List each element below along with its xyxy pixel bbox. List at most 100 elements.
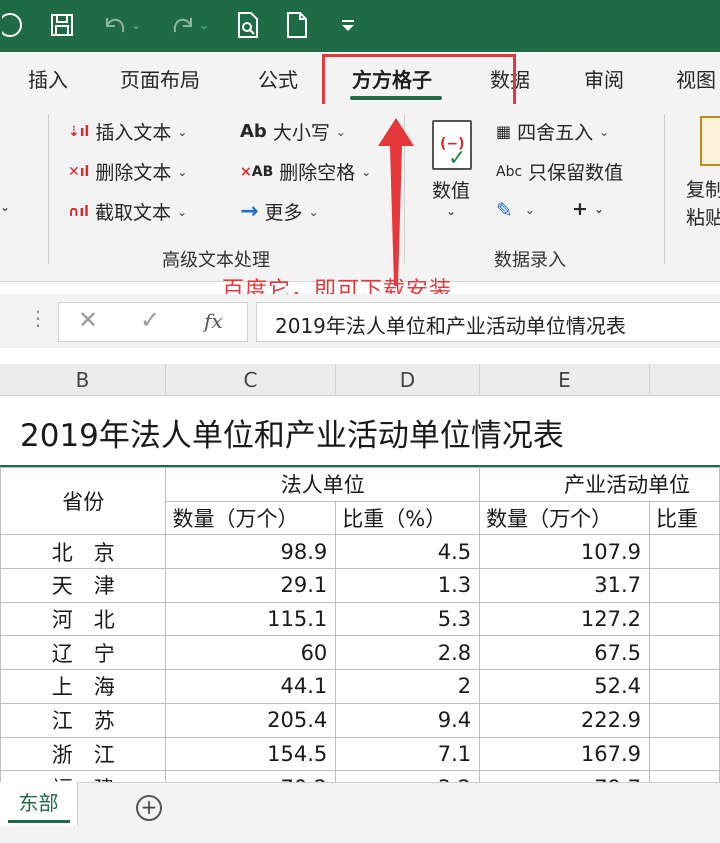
sheet-title-cell[interactable]: 2019年法人单位和产业活动单位情况表 [20, 410, 564, 455]
case-icon: Ab [240, 121, 267, 142]
header-industry-units[interactable]: 产业活动单位 [479, 467, 720, 502]
ratio-cell[interactable]: 2 [335, 669, 481, 704]
count2-cell[interactable]: 222.9 [479, 702, 651, 738]
more-button[interactable]: → 更多 ⌄ [240, 198, 319, 225]
tab-review[interactable]: 审阅 [584, 64, 624, 93]
plus-button[interactable]: + ⌄ [572, 198, 604, 220]
keep-values-button[interactable]: Abc 只保留数值 [496, 158, 623, 185]
header-count[interactable]: 数量（万个） [165, 500, 337, 536]
group-divider [48, 114, 49, 264]
province-cell[interactable]: 天 津 [0, 568, 167, 603]
table-row: 河 北 115.1 5.3 127.2 [0, 601, 720, 637]
save-icon[interactable] [46, 8, 78, 42]
edit-values-button[interactable]: ✎ ⌄ [496, 198, 535, 222]
tab-view[interactable]: 视图 [676, 64, 716, 93]
ratio2-cell[interactable] [649, 601, 720, 637]
undo-icon[interactable]: ⌄ [96, 8, 146, 42]
column-header-e[interactable]: E [480, 364, 650, 396]
insert-function-icon[interactable]: fx [204, 309, 223, 333]
group-label-text-processing: 高级文本处理 [162, 250, 270, 271]
province-cell[interactable]: 上 海 [0, 669, 167, 704]
ratio-cell[interactable]: 1.3 [335, 568, 481, 603]
ratio-cell[interactable]: 5.3 [335, 601, 481, 637]
province-cell[interactable]: 北 京 [0, 534, 167, 570]
header-ratio-2[interactable]: 比重 [649, 500, 720, 536]
customize-dropdown-icon[interactable] [336, 8, 360, 42]
count-cell[interactable]: 98.9 [165, 534, 337, 570]
province-cell[interactable]: 江 苏 [0, 702, 167, 738]
insert-text-icon: ⇣ıl [68, 123, 90, 140]
value-dropdown-icon[interactable]: ⌄ [446, 204, 456, 218]
header-province[interactable]: 省份 [0, 466, 167, 536]
ratio2-cell[interactable] [649, 635, 720, 671]
extract-text-icon: ∩ıl [68, 203, 89, 220]
confirm-icon[interactable]: ✓ [140, 306, 160, 334]
more-options-icon[interactable]: ⋮ [28, 306, 48, 330]
table-row: 辽 宁 60 2.8 67.5 [0, 635, 720, 671]
left-collapse-chevron-icon[interactable]: ⌄ [0, 200, 10, 214]
count2-cell[interactable]: 167.9 [479, 736, 651, 772]
column-header-d[interactable]: D [336, 364, 480, 396]
remove-spaces-button[interactable]: ×AB 删除空格 ⌄ [240, 158, 371, 185]
count-cell[interactable]: 205.4 [165, 702, 337, 738]
column-header-b[interactable]: B [0, 364, 166, 396]
case-button[interactable]: Ab 大小写 ⌄ [240, 118, 346, 145]
ratio-cell[interactable]: 2.8 [335, 635, 481, 671]
clipboard-icon[interactable] [700, 116, 720, 166]
table-row: 上 海 44.1 2 52.4 [0, 669, 720, 704]
new-file-icon[interactable] [282, 8, 312, 42]
ratio2-cell[interactable] [649, 534, 720, 570]
table-row: 江 苏 205.4 9.4 222.9 [0, 702, 720, 738]
print-preview-icon[interactable] [232, 8, 264, 42]
header-ratio[interactable]: 比重（%） [335, 500, 481, 536]
data-table: 省份 法人单位 产业活动单位 数量（万个） 比重（%） 数量（万个） 比重 北 … [0, 466, 720, 805]
add-sheet-icon[interactable]: + [136, 795, 162, 821]
redo-icon[interactable]: ⌄ [164, 8, 214, 42]
count2-cell[interactable]: 52.4 [479, 669, 651, 704]
formula-input[interactable]: 2019年法人单位和产业活动单位情况表 [256, 302, 720, 342]
autosave-icon[interactable] [0, 8, 30, 42]
ratio2-cell[interactable] [649, 568, 720, 603]
province-cell[interactable]: 辽 宁 [0, 635, 167, 671]
table-row: 天 津 29.1 1.3 31.7 [0, 568, 720, 603]
insert-text-button[interactable]: ⇣ıl 插入文本 ⌄ [68, 118, 187, 145]
count-cell[interactable]: 29.1 [165, 568, 337, 603]
group-divider [664, 114, 665, 264]
count2-cell[interactable]: 127.2 [479, 601, 651, 637]
round-button[interactable]: ▦ 四舍五入 ⌄ [496, 118, 609, 145]
ratio-cell[interactable]: 4.5 [335, 534, 481, 570]
count2-cell[interactable]: 31.7 [479, 568, 651, 603]
count-cell[interactable]: 60 [165, 635, 337, 671]
count-cell[interactable]: 154.5 [165, 736, 337, 772]
province-cell[interactable]: 浙 江 [0, 736, 167, 772]
ratio-cell[interactable]: 7.1 [335, 736, 481, 772]
copy-paste-button[interactable]: 复制粘贴 [686, 176, 720, 232]
red-arrow-icon [378, 118, 414, 286]
count-cell[interactable]: 115.1 [165, 601, 337, 637]
value-icon[interactable]: (−) ✓ [432, 120, 472, 171]
ratio2-cell[interactable] [649, 736, 720, 772]
column-header-c[interactable]: C [166, 364, 336, 396]
header-legal-units[interactable]: 法人单位 [165, 467, 481, 502]
tab-page-layout[interactable]: 页面布局 [120, 64, 200, 93]
tab-insert[interactable]: 插入 [28, 64, 68, 93]
province-cell[interactable]: 河 北 [0, 601, 167, 637]
edit-icon: ✎ [496, 198, 513, 222]
value-button[interactable]: 数值 [432, 176, 470, 203]
tab-formulas[interactable]: 公式 [258, 64, 298, 93]
ratio2-cell[interactable] [649, 669, 720, 704]
delete-text-button[interactable]: ✕ıl 删除文本 ⌄ [68, 158, 187, 185]
count2-cell[interactable]: 67.5 [479, 635, 651, 671]
ratio-cell[interactable]: 9.4 [335, 702, 481, 738]
header-count-2[interactable]: 数量（万个） [479, 500, 651, 536]
cancel-icon[interactable]: ✕ [78, 306, 98, 334]
group-label-data-entry: 数据录入 [494, 250, 566, 271]
keep-values-icon: Abc [496, 163, 523, 180]
extract-text-button[interactable]: ∩ıl 截取文本 ⌄ [68, 198, 187, 225]
count2-cell[interactable]: 107.9 [479, 534, 651, 570]
table-row: 浙 江 154.5 7.1 167.9 [0, 736, 720, 772]
sheet-tab-bar [0, 782, 720, 843]
remove-spaces-icon: ×AB [240, 163, 274, 180]
count-cell[interactable]: 44.1 [165, 669, 337, 704]
ratio2-cell[interactable] [649, 702, 720, 738]
